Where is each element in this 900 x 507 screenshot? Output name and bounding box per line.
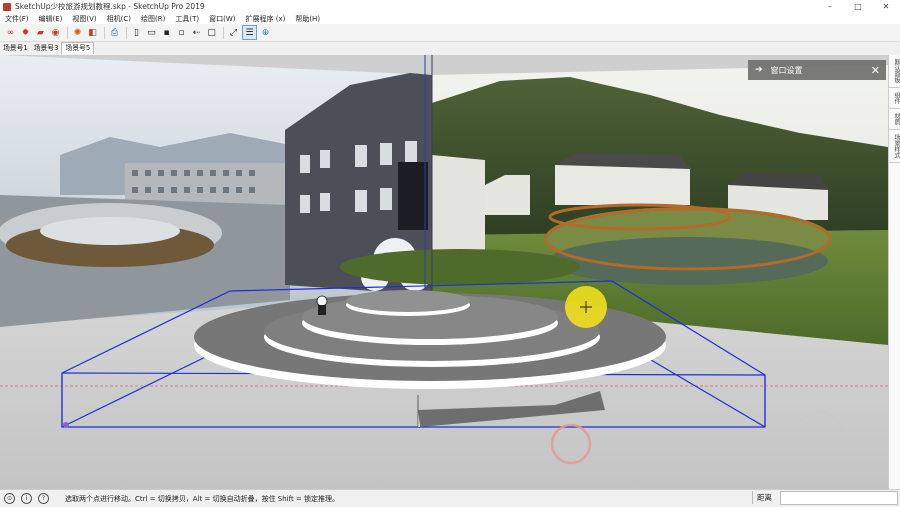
menu-bar: 文件(F) 编辑(E) 视图(V) 相机(C) 绘图(R) 工具(T) 窗口(W… — [0, 13, 900, 24]
minimize-button[interactable]: – — [816, 0, 844, 13]
toolbar-divider — [67, 26, 68, 39]
scene-tab-3[interactable]: 场景号3 — [31, 43, 62, 54]
scene-tab-1[interactable]: 场景号1 — [0, 43, 31, 54]
solid-box-icon[interactable]: ▪ — [160, 26, 173, 39]
menu-tools[interactable]: 工具(T) — [170, 14, 204, 24]
tray-title: 窗口设置 — [770, 65, 803, 75]
toolbar-divider — [126, 26, 127, 39]
title-bar: SketchUp少校旅游规划教程.skp - SketchUp Pro 2019… — [0, 0, 900, 13]
measurements-label: 距离 — [752, 491, 772, 504]
camera-red-icon[interactable]: ◉ — [49, 26, 62, 39]
pin-icon[interactable]: ➔ — [755, 65, 763, 75]
left-photo-panel — [0, 55, 432, 327]
outliner-icon[interactable]: ☰ — [242, 25, 257, 40]
box-icon[interactable]: ▭ — [145, 26, 158, 39]
gear-red-icon[interactable]: ✹ — [19, 26, 32, 39]
settings-red-icon[interactable]: ✺ — [71, 26, 84, 39]
viewport-canvas[interactable] — [0, 55, 888, 489]
small-box-icon[interactable]: ▫ — [175, 26, 188, 39]
help-icon[interactable]: ? — [38, 493, 49, 504]
model-viewport[interactable] — [0, 55, 888, 489]
measurements-input[interactable] — [780, 491, 898, 505]
geo-location-icon[interactable]: ⊙ — [4, 493, 15, 504]
credits-icon[interactable]: i — [21, 493, 32, 504]
close-icon[interactable]: ✕ — [871, 64, 880, 77]
scene-tabs: 场景号1 场景号3 场景号5 — [0, 42, 900, 54]
section-plane-icon[interactable]: ▯ — [130, 26, 143, 39]
square-icon[interactable]: ▢ — [205, 26, 218, 39]
tray-window-settings[interactable]: ➔ 窗口设置 ✕ — [748, 60, 886, 80]
window-title: SketchUp少校旅游规划教程.skp - SketchUp Pro 2019 — [15, 2, 205, 11]
menu-extensions[interactable]: 扩展程序 (x) — [240, 14, 290, 24]
glasses-icon[interactable]: ∞ — [4, 26, 17, 39]
toolbar: ∞ ✹ ▰ ◉ ✺ ◧ ⎙ ▯ ▭ ▪ ▫ ⇠ ▢ ⤢ ☰ ⊕ — [0, 24, 900, 42]
target-icon[interactable]: ⊕ — [259, 26, 272, 39]
arrow-left-icon[interactable]: ⇠ — [190, 26, 203, 39]
slate-building-sign — [398, 162, 428, 230]
scene-tab-5[interactable]: 场景号5 — [61, 42, 95, 54]
menu-draw[interactable]: 绘图(R) — [136, 14, 170, 24]
maximize-button[interactable]: □ — [844, 0, 872, 13]
dock-tab-materials[interactable]: 材质 — [889, 109, 900, 130]
menu-edit[interactable]: 编辑(E) — [34, 14, 68, 24]
menu-camera[interactable]: 相机(C) — [102, 14, 136, 24]
folder-red-icon[interactable]: ▰ — [34, 26, 47, 39]
scale-figure — [316, 295, 328, 315]
close-button[interactable]: ✕ — [872, 0, 900, 13]
menu-view[interactable]: 视图(V) — [67, 14, 101, 24]
diagonal-arrow-icon[interactable]: ⤢ — [227, 26, 240, 39]
move-anchor-point[interactable] — [63, 422, 69, 428]
sketchup-app-icon — [3, 2, 11, 11]
white-house-left-edge — [432, 155, 485, 255]
dock-tab-default[interactable]: 默认面板 — [889, 55, 900, 88]
toolbar-divider — [104, 26, 105, 39]
status-hint: 选取两个点进行移动。Ctrl = 切换拷贝，Alt = 切换自动折叠，按住 Sh… — [65, 494, 340, 503]
printer-icon[interactable]: ⎙ — [108, 26, 121, 39]
menu-window[interactable]: 窗口(W) — [204, 14, 240, 24]
spiral-top-left — [40, 217, 180, 245]
dock-tab-scenes[interactable]: 场景样式 — [889, 130, 900, 163]
menu-help[interactable]: 帮助(H) — [290, 14, 325, 24]
tag-red-icon[interactable]: ◧ — [86, 26, 99, 39]
dock-tab-components[interactable]: 组件 — [889, 88, 900, 109]
menu-file[interactable]: 文件(F) — [0, 14, 34, 24]
toolbar-divider — [223, 26, 224, 39]
right-dock: 默认面板 组件 材质 场景样式 — [888, 55, 900, 489]
